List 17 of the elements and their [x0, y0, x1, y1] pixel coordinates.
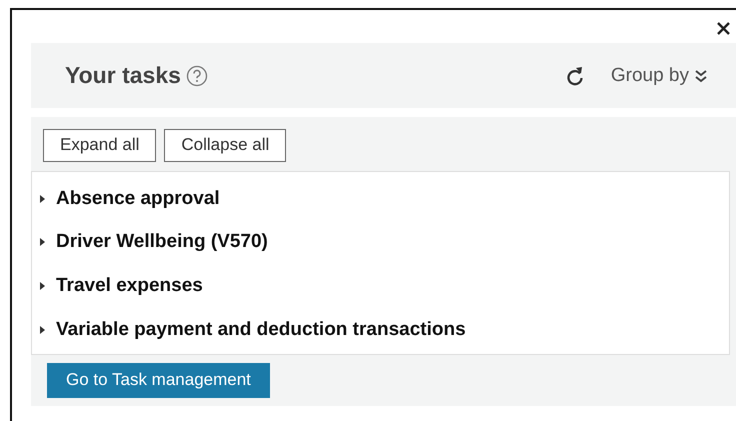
group-by-button[interactable]: Group by [610, 64, 708, 86]
task-group-label[interactable]: Variable payment and deduction transactions [56, 319, 466, 341]
caret-icon[interactable] [38, 282, 46, 290]
refresh-icon[interactable] [564, 64, 585, 86]
double-chevron-down-icon [694, 68, 708, 82]
caret-icon[interactable] [38, 326, 46, 334]
caret-icon[interactable] [38, 238, 46, 246]
toolbar-button[interactable]: Expand all [43, 129, 156, 162]
task-management-button[interactable]: Go to Task management [47, 363, 270, 398]
close-icon[interactable] [717, 22, 730, 35]
task-group-label[interactable]: Absence approval [56, 188, 220, 210]
caret-icon[interactable] [38, 195, 46, 203]
panel-title: Your tasks [65, 62, 181, 89]
toolbar-button[interactable]: Collapse all [164, 129, 286, 162]
help-icon[interactable] [186, 64, 208, 86]
task-group-label[interactable]: Travel expenses [56, 275, 203, 297]
task-group-label[interactable]: Driver Wellbeing (V570) [56, 231, 268, 253]
